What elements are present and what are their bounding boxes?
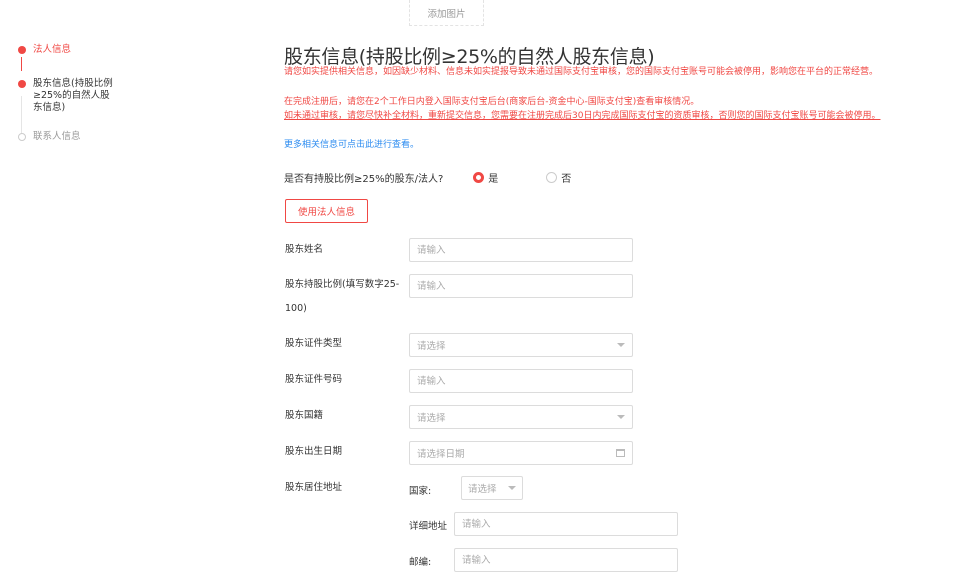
detail-address-label: 详细地址 (409, 521, 448, 532)
step-label: 股东信息(持股比例≥25%的自然人股东信息) (33, 78, 113, 113)
name-label: 股东姓名 (285, 244, 324, 255)
step-label: 联系人信息 (33, 131, 81, 142)
id-number-input[interactable] (409, 369, 633, 393)
id-number-label: 股东证件号码 (285, 374, 343, 385)
add-image-label: 添加图片 (427, 8, 466, 20)
step-dot-icon (18, 46, 26, 54)
step-dot-icon (18, 80, 26, 88)
nationality-select[interactable]: 请选择 (409, 405, 633, 429)
notice-review: 在完成注册后，请您在2个工作日内登入国际支付宝后台(商家后台-资金中心-国际支付… (284, 97, 700, 107)
ratio-label-line1: 股东持股比例(填写数字25- (285, 279, 400, 290)
id-type-placeholder: 请选择 (417, 341, 446, 352)
zip-input[interactable] (454, 548, 678, 572)
ratio-input[interactable] (409, 274, 633, 298)
birth-date-label: 股东出生日期 (285, 446, 343, 457)
birth-date-placeholder: 请选择日期 (417, 449, 465, 460)
address-label: 股东居住地址 (285, 482, 343, 493)
step-contact-info[interactable]: 联系人信息 (18, 131, 128, 143)
notice-warning: 请您如实提供相关信息，如因缺少材料、信息未如实提报导致未通过国际支付宝审核，您的… (284, 67, 879, 77)
calendar-icon (616, 449, 625, 457)
step-legal-info[interactable]: 法人信息 (18, 44, 128, 56)
radio-unchecked-icon (546, 172, 558, 183)
more-info-link[interactable]: 更多相关信息可点击此进行查看。 (284, 139, 894, 152)
name-input[interactable] (409, 238, 633, 262)
birth-date-picker[interactable]: 请选择日期 (409, 441, 633, 465)
steps-sidebar: 法人信息 股东信息(持股比例≥25%的自然人股东信息) 联系人信息 (18, 44, 128, 143)
chevron-down-icon (617, 343, 625, 347)
ratio-label-line2: 100) (285, 303, 307, 314)
radio-yes[interactable]: 是 (473, 170, 498, 185)
chevron-down-icon (617, 415, 625, 419)
radio-no[interactable]: 否 (546, 170, 571, 185)
radio-no-label: 否 (561, 174, 572, 185)
shareholder-question-row: 是否有持股比例≥25%的股东/法人? 是 否 (284, 170, 571, 185)
radio-yes-label: 是 (488, 174, 499, 185)
step-dot-icon (18, 133, 26, 141)
step-label: 法人信息 (33, 44, 72, 55)
detail-address-input[interactable] (454, 512, 678, 536)
id-type-select[interactable]: 请选择 (409, 333, 633, 357)
use-legal-info-button[interactable]: 使用法人信息 (285, 199, 368, 223)
radio-checked-icon (473, 172, 485, 183)
ratio-label: 股东持股比例(填写数字25- 100) (285, 275, 399, 319)
add-image-button[interactable]: 添加图片 (409, 0, 484, 26)
zip-label: 邮编: (409, 557, 432, 568)
page-title: 股东信息(持股比例≥25%的自然人股东信息) (284, 46, 655, 68)
id-type-label: 股东证件类型 (285, 338, 343, 349)
step-shareholder-info[interactable]: 股东信息(持股比例≥25%的自然人股东信息) (18, 78, 128, 114)
notice-deadline: 如未通过审核，请您尽快补全材料，重新提交信息，您需要在注册完成后30日内完成国际… (284, 111, 881, 121)
question-label: 是否有持股比例≥25%的股东/法人? (284, 174, 444, 185)
nationality-placeholder: 请选择 (417, 413, 446, 424)
country-select[interactable]: 请选择 (461, 476, 523, 500)
country-placeholder: 请选择 (468, 484, 497, 495)
nationality-label: 股东国籍 (285, 410, 324, 421)
country-label: 国家: (409, 486, 432, 497)
chevron-down-icon (508, 486, 516, 490)
